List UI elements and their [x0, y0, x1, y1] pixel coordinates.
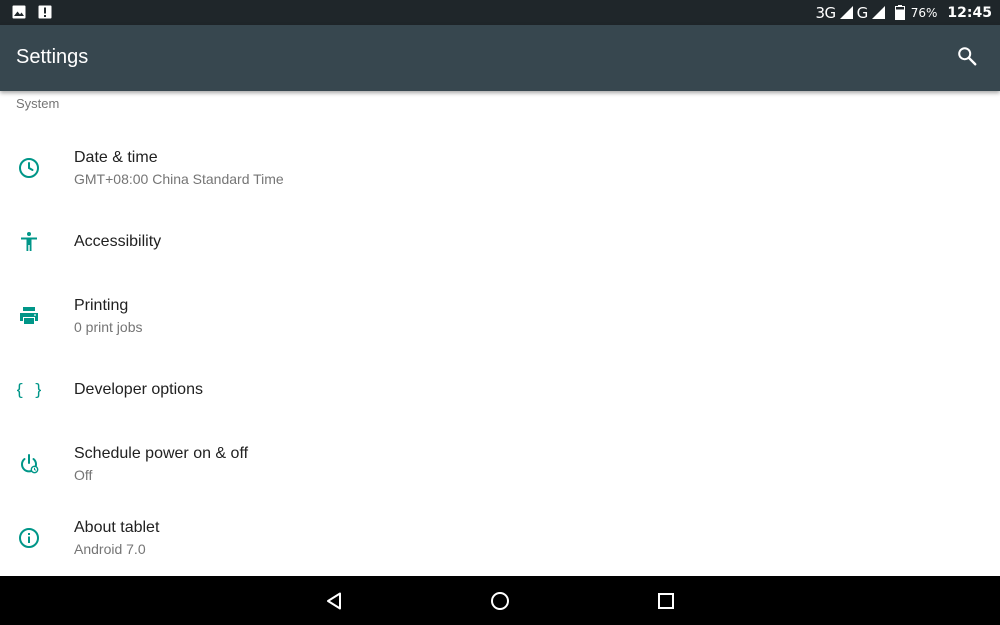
- setting-subtitle: Android 7.0: [74, 541, 146, 557]
- navigation-bar: [0, 576, 1000, 625]
- setting-date-time[interactable]: Date & time GMT+08:00 China Standard Tim…: [0, 131, 1000, 205]
- setting-title: Printing: [74, 297, 129, 314]
- setting-subtitle: GMT+08:00 China Standard Time: [74, 171, 284, 187]
- setting-schedule-power[interactable]: Schedule power on & off Off: [0, 427, 1000, 501]
- clock-icon: [19, 158, 39, 178]
- setting-printing[interactable]: Printing 0 print jobs: [0, 279, 1000, 353]
- search-icon: [958, 47, 977, 66]
- printer-icon: [20, 307, 38, 324]
- recents-icon: [658, 593, 674, 609]
- alert-notification-icon: [38, 5, 52, 19]
- network-g-label: G: [856, 3, 869, 22]
- recents-button[interactable]: [651, 586, 681, 616]
- setting-title: About tablet: [74, 519, 160, 536]
- page-title: Settings: [16, 46, 89, 68]
- info-icon: [19, 528, 39, 548]
- svg-text:{ }: { }: [17, 380, 41, 399]
- setting-title: Date & time: [74, 149, 158, 166]
- power-schedule-icon: [21, 454, 39, 474]
- setting-title: Developer options: [74, 381, 203, 398]
- signal-icon: [839, 6, 853, 19]
- clock-time: 12:45: [947, 4, 992, 21]
- section-header: System: [16, 96, 60, 111]
- status-bar: 3G G 76% 12:45: [0, 0, 1000, 25]
- braces-icon: { }: [17, 380, 41, 399]
- home-button[interactable]: [485, 586, 515, 616]
- battery-icon: [894, 5, 905, 20]
- app-bar: Settings: [0, 25, 1000, 91]
- image-notification-icon: [12, 5, 26, 19]
- setting-subtitle: Off: [74, 467, 93, 483]
- setting-about-tablet[interactable]: About tablet Android 7.0: [0, 501, 1000, 575]
- search-button[interactable]: [946, 35, 988, 77]
- accessibility-icon: [21, 232, 37, 251]
- network-3g-label: 3G: [815, 3, 836, 22]
- settings-list: System Date & time GMT+08:00 China Stand…: [0, 91, 1000, 576]
- setting-accessibility[interactable]: Accessibility: [0, 205, 1000, 279]
- home-icon: [491, 592, 509, 610]
- back-button[interactable]: [320, 586, 350, 616]
- battery-percent: 76%: [910, 5, 938, 20]
- setting-title: Schedule power on & off: [74, 445, 249, 462]
- signal-icon-2: [871, 6, 885, 19]
- setting-subtitle: 0 print jobs: [74, 319, 143, 335]
- setting-title: Accessibility: [74, 233, 162, 250]
- back-icon: [327, 592, 341, 610]
- setting-developer-options[interactable]: { } Developer options: [0, 353, 1000, 427]
